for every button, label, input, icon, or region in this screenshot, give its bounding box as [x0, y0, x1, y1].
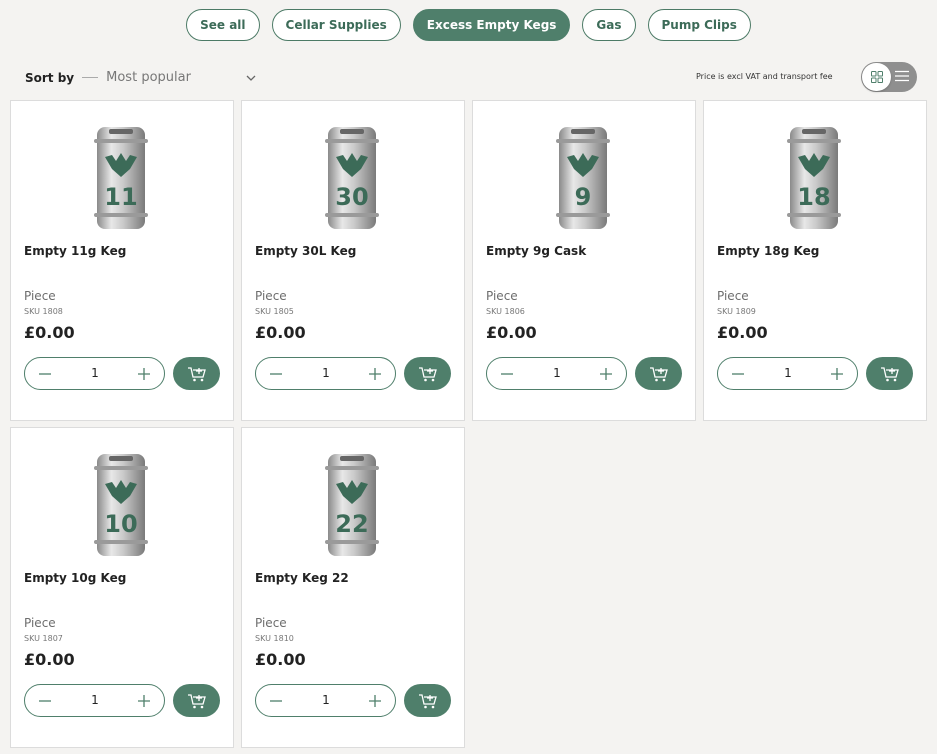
filter-see-all[interactable]: See all — [186, 9, 260, 41]
product-unit: Piece — [24, 616, 56, 630]
keg-image — [94, 127, 148, 229]
keg-number: 18 — [797, 183, 831, 211]
product-name[interactable]: Empty Keg 22 — [255, 571, 349, 585]
product-sku: SKU 1809 — [717, 307, 756, 316]
quantity-stepper: 1 — [24, 357, 165, 390]
product-unit: Piece — [486, 289, 518, 303]
product-sku: SKU 1805 — [255, 307, 294, 316]
filter-pump-clips[interactable]: Pump Clips — [647, 9, 751, 41]
add-to-cart-button[interactable] — [404, 684, 451, 717]
keg-image — [787, 127, 841, 229]
product-name[interactable]: Empty 10g Keg — [24, 571, 126, 585]
filter-cellar-supplies[interactable]: Cellar Supplies — [271, 9, 401, 41]
quantity-stepper: 1 — [24, 684, 165, 717]
plus-icon[interactable] — [367, 693, 383, 709]
sort-label: Sort by — [25, 70, 75, 85]
cart-add-icon — [649, 366, 668, 381]
product-name[interactable]: Empty 18g Keg — [717, 244, 819, 258]
cart-add-icon — [187, 366, 206, 381]
product-name[interactable]: Empty 11g Keg — [24, 244, 126, 258]
minus-icon[interactable] — [730, 366, 746, 382]
product-sku: SKU 1808 — [24, 307, 63, 316]
cart-add-icon — [880, 366, 899, 381]
product-card: 10 Empty 10g Keg Piece SKU 1807 £0.00 1 — [10, 427, 234, 748]
quantity-value[interactable]: 1 — [768, 366, 808, 380]
plus-icon[interactable] — [598, 366, 614, 382]
keg-number: 10 — [104, 510, 138, 538]
product-sku: SKU 1807 — [24, 634, 63, 643]
keg-number: 30 — [335, 183, 369, 211]
plus-icon[interactable] — [136, 693, 152, 709]
filter-excess-empty-kegs[interactable]: Excess Empty Kegs — [412, 9, 571, 41]
quantity-stepper: 1 — [255, 357, 396, 390]
product-price: £0.00 — [486, 323, 537, 342]
cart-add-icon — [418, 693, 437, 708]
product-name[interactable]: Empty 9g Cask — [486, 244, 586, 258]
quantity-value[interactable]: 1 — [306, 693, 346, 707]
price-note: Price is excl VAT and transport fee — [696, 72, 833, 81]
product-unit: Piece — [24, 289, 56, 303]
keg-image — [94, 454, 148, 556]
sort-value: Most popular — [106, 70, 191, 85]
add-to-cart-button[interactable] — [173, 684, 220, 717]
product-card: 30 Empty 30L Keg Piece SKU 1805 £0.00 1 — [241, 100, 465, 421]
add-to-cart-button[interactable] — [173, 357, 220, 390]
product-price: £0.00 — [24, 323, 75, 342]
keg-number: 22 — [335, 510, 369, 538]
chevron-down-icon — [246, 75, 256, 81]
product-sku: SKU 1806 — [486, 307, 525, 316]
category-filters: See all Cellar Supplies Excess Empty Keg… — [0, 9, 937, 41]
sort-dropdown[interactable]: Most popular — [106, 70, 256, 85]
product-price: £0.00 — [255, 323, 306, 342]
product-unit: Piece — [255, 616, 287, 630]
product-sku: SKU 1810 — [255, 634, 294, 643]
product-card: 18 Empty 18g Keg Piece SKU 1809 £0.00 1 — [703, 100, 927, 421]
product-unit: Piece — [255, 289, 287, 303]
minus-icon[interactable] — [268, 366, 284, 382]
quantity-stepper: 1 — [717, 357, 858, 390]
cart-add-icon — [187, 693, 206, 708]
minus-icon[interactable] — [499, 366, 515, 382]
add-to-cart-button[interactable] — [635, 357, 682, 390]
quantity-value[interactable]: 1 — [537, 366, 577, 380]
quantity-value[interactable]: 1 — [75, 366, 115, 380]
grid-icon — [870, 71, 883, 83]
cart-add-icon — [418, 366, 437, 381]
product-unit: Piece — [717, 289, 749, 303]
quantity-value[interactable]: 1 — [306, 366, 346, 380]
list-view-icon[interactable] — [895, 70, 909, 82]
minus-icon[interactable] — [37, 366, 53, 382]
keg-image — [325, 454, 379, 556]
add-to-cart-button[interactable] — [866, 357, 913, 390]
sort-divider — [82, 77, 99, 78]
quantity-value[interactable]: 1 — [75, 693, 115, 707]
product-card: 9 Empty 9g Cask Piece SKU 1806 £0.00 1 — [472, 100, 696, 421]
product-name[interactable]: Empty 30L Keg — [255, 244, 356, 258]
product-price: £0.00 — [24, 650, 75, 669]
plus-icon[interactable] — [829, 366, 845, 382]
minus-icon[interactable] — [37, 693, 53, 709]
add-to-cart-button[interactable] — [404, 357, 451, 390]
sort-bar: Sort by Most popular — [25, 70, 256, 85]
plus-icon[interactable] — [136, 366, 152, 382]
plus-icon[interactable] — [367, 366, 383, 382]
filter-gas[interactable]: Gas — [582, 9, 636, 41]
product-card: 11 Empty 11g Keg Piece SKU 1808 £0.00 1 — [10, 100, 234, 421]
keg-number: 9 — [574, 183, 592, 211]
grid-view-button[interactable] — [862, 63, 891, 91]
keg-image — [556, 127, 610, 229]
keg-number: 11 — [104, 183, 138, 211]
quantity-stepper: 1 — [255, 684, 396, 717]
quantity-stepper: 1 — [486, 357, 627, 390]
view-toggle[interactable] — [861, 62, 917, 92]
minus-icon[interactable] — [268, 693, 284, 709]
product-card: 22 Empty Keg 22 Piece SKU 1810 £0.00 1 — [241, 427, 465, 748]
product-price: £0.00 — [717, 323, 768, 342]
keg-image — [325, 127, 379, 229]
product-price: £0.00 — [255, 650, 306, 669]
